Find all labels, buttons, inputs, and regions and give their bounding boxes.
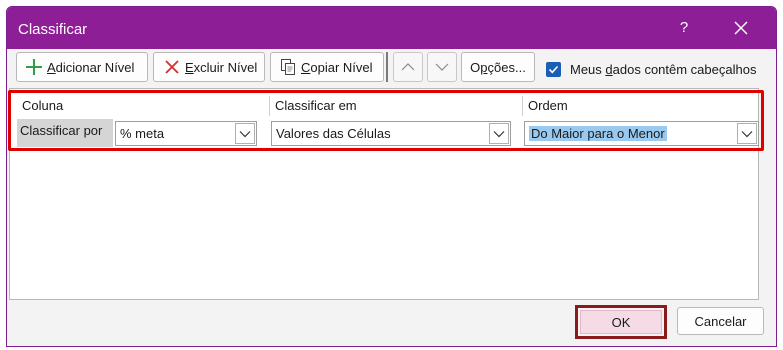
options-mnemonic: p (480, 59, 488, 75)
close-button[interactable] (729, 16, 753, 40)
move-up-button[interactable] (393, 52, 423, 82)
move-down-button[interactable] (427, 52, 457, 82)
copy-level-label: opiar Nível (310, 59, 373, 75)
checkmark-icon (548, 65, 559, 74)
x-icon (163, 58, 181, 76)
add-level-label: dicionar Nível (55, 59, 135, 75)
options-button[interactable]: Opções... (461, 52, 535, 82)
delete-level-button[interactable]: Excluir Nível (153, 52, 265, 82)
headers-checkbox-label: ados contêm cabeçalhos (612, 62, 757, 77)
sort-row-highlight (8, 90, 764, 151)
title-bar: Classificar ? (7, 7, 776, 49)
plus-icon (25, 58, 43, 76)
headers-checkbox-row[interactable]: Meus dados contêm cabeçalhos (546, 62, 756, 77)
headers-checkbox-prefix: Meus (570, 62, 606, 77)
dialog-title: Classificar (18, 21, 88, 38)
close-icon (734, 21, 748, 35)
add-level-mnemonic: A (47, 59, 56, 75)
delete-level-label: xcluir Nível (193, 59, 258, 75)
options-prefix: O (470, 59, 481, 75)
add-level-button[interactable]: Adicionar Nível (16, 52, 148, 82)
copy-level-button[interactable]: Copiar Nível (270, 52, 384, 82)
ok-button[interactable]: OK (575, 305, 667, 339)
headers-checkbox[interactable] (546, 62, 561, 77)
help-button[interactable]: ? (673, 16, 695, 40)
delete-level-mnemonic: E (185, 59, 194, 75)
cancel-button[interactable]: Cancelar (677, 307, 764, 335)
copy-level-mnemonic: C (301, 59, 311, 75)
toolbar-separator (386, 52, 388, 82)
copy-icon (279, 58, 297, 76)
chevron-down-icon (435, 63, 449, 71)
chevron-up-icon (401, 63, 415, 71)
ok-button-label: OK (580, 310, 662, 334)
headers-checkbox-mnemonic: d (605, 62, 613, 77)
options-label: ções... (487, 59, 526, 75)
